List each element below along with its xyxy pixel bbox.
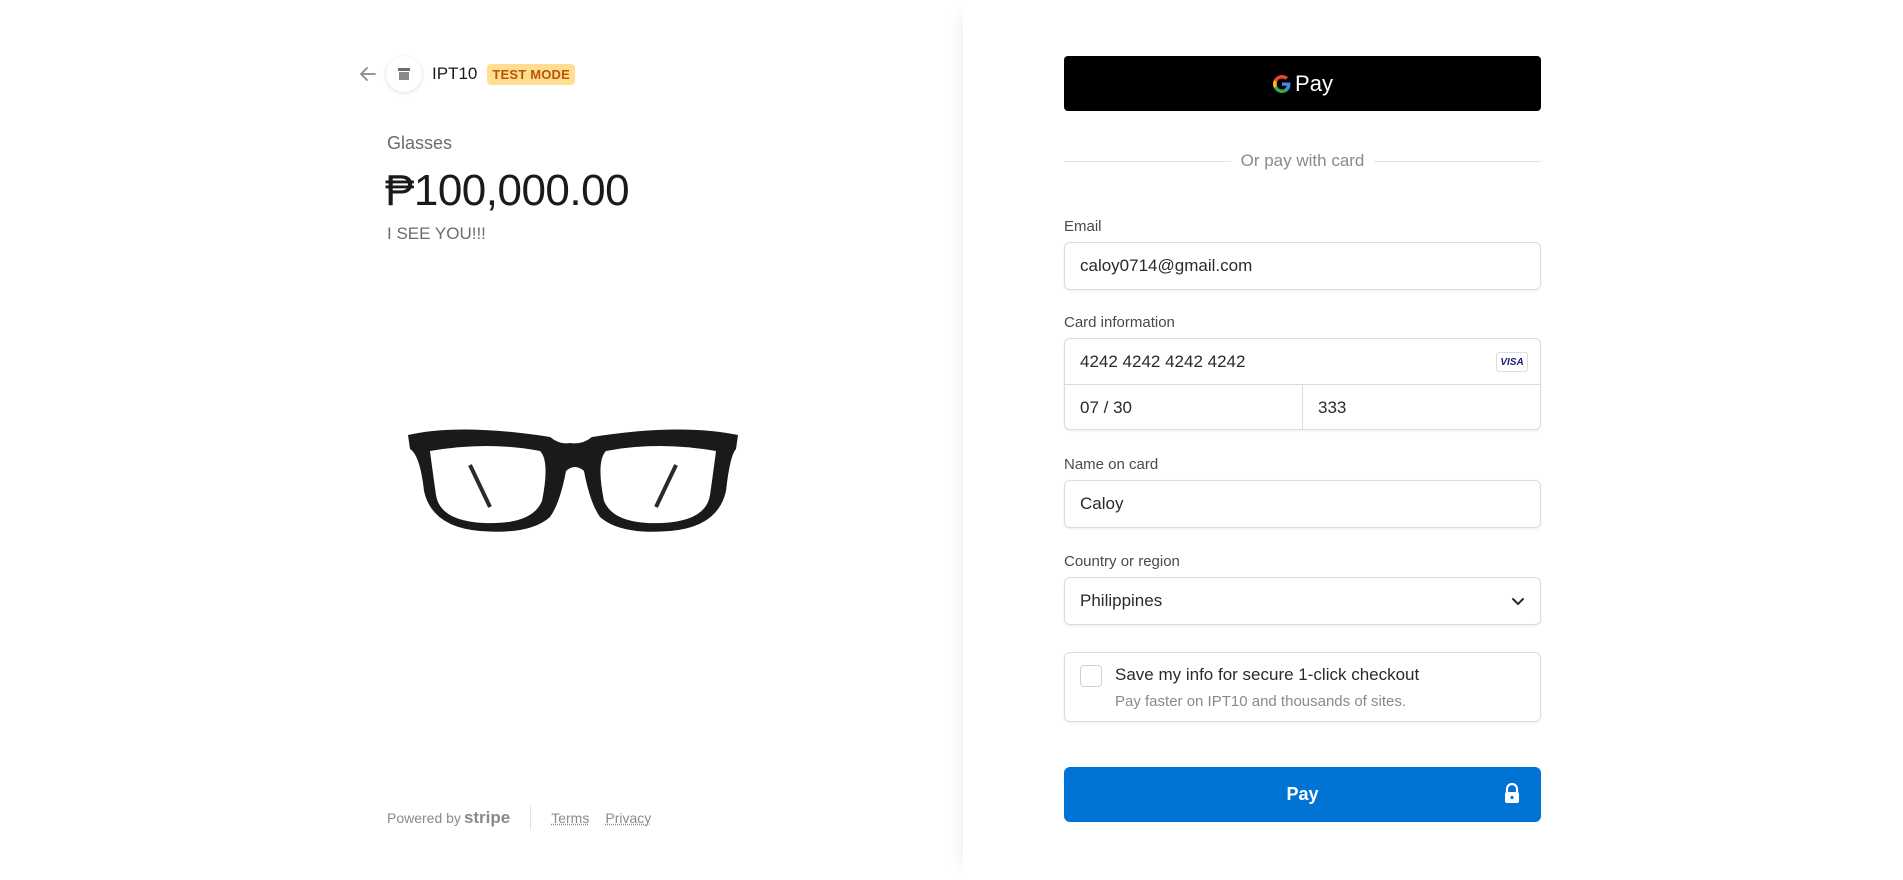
- card-number-field[interactable]: 4242 4242 4242 4242 VISA: [1065, 339, 1540, 385]
- card-info-group: 4242 4242 4242 4242 VISA 07 / 30 333: [1064, 338, 1541, 430]
- email-label: Email: [1064, 218, 1102, 235]
- privacy-link[interactable]: Privacy: [605, 810, 651, 826]
- card-expiry-field[interactable]: 07 / 30: [1065, 385, 1303, 430]
- chevron-down-icon: [1512, 598, 1524, 605]
- product-image: [400, 415, 750, 545]
- save-info-subtitle: Pay faster on IPT10 and thousands of sit…: [1115, 693, 1407, 710]
- card-info-label: Card information: [1064, 314, 1175, 331]
- country-select[interactable]: Philippines: [1064, 577, 1541, 625]
- or-divider-text: Or pay with card: [1240, 151, 1365, 170]
- name-on-card-field[interactable]: Caloy: [1064, 480, 1541, 528]
- product-price: ₱100,000.00: [385, 166, 630, 215]
- test-mode-badge: TEST MODE: [487, 63, 575, 85]
- product-name: Glasses: [387, 133, 453, 153]
- visa-icon: VISA: [1496, 352, 1528, 372]
- card-number-value: 4242 4242 4242 4242: [1080, 351, 1246, 371]
- lock-icon: [1505, 783, 1519, 803]
- country-label: Country or region: [1064, 553, 1180, 570]
- country-value: Philippines: [1080, 591, 1163, 610]
- powered-by: Powered by stripe: [387, 808, 511, 827]
- or-divider: Or pay with card: [1064, 151, 1542, 171]
- email-field[interactable]: caloy0714@gmail.com: [1064, 242, 1541, 290]
- card-cvc-field[interactable]: 333: [1303, 385, 1540, 430]
- payment-pane: [963, 0, 1903, 880]
- google-g-icon: [1273, 74, 1291, 93]
- product-summary-pane: IPT10 TEST MODE Glasses ₱100,000.00 I SE…: [0, 0, 963, 880]
- stripe-logo: stripe: [463, 808, 511, 827]
- terms-link[interactable]: Terms: [551, 810, 589, 826]
- back-arrow-icon[interactable]: [356, 62, 380, 86]
- merchant-header: IPT10 TEST MODE: [356, 56, 575, 92]
- save-info-checkbox[interactable]: [1080, 665, 1102, 687]
- pay-button[interactable]: Pay: [1064, 767, 1541, 822]
- google-pay-button[interactable]: Pay: [1064, 56, 1541, 111]
- save-info-title: Save my info for secure 1-click checkout: [1115, 665, 1420, 684]
- store-name: IPT10: [432, 64, 478, 83]
- save-info-box: Save my info for secure 1-click checkout…: [1064, 652, 1541, 722]
- name-on-card-label: Name on card: [1064, 456, 1159, 473]
- footer: Powered by stripe Terms Privacy: [387, 806, 667, 830]
- pay-button-label: Pay: [1286, 784, 1319, 804]
- product-description: I SEE YOU!!!: [387, 224, 486, 243]
- store-icon: [386, 56, 422, 92]
- google-pay-label: Pay: [1295, 70, 1333, 96]
- footer-divider: [530, 806, 532, 830]
